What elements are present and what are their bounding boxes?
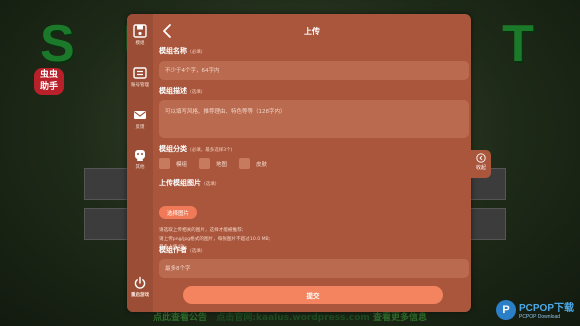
power-icon: [134, 276, 146, 289]
mod-author-input[interactable]: [159, 259, 469, 278]
checkbox[interactable]: [199, 158, 211, 169]
mod-author-label: 模组作者 (选填): [159, 246, 203, 254]
mod-image-label: 上传模组图片 (选填): [159, 179, 217, 187]
chongchong-badge: 虫虫 助手: [34, 68, 64, 95]
upload-panel: 模组 账号管理 反馈 其他 重启游戏 上传 模组名称 (必填) 不少于4个字，6…: [127, 14, 471, 312]
category-options: 模组 地图 皮肤: [159, 158, 267, 169]
sidebar: 模组 账号管理 反馈 其他 重启游戏: [127, 14, 153, 312]
sidebar-item-mods[interactable]: 模组: [127, 24, 153, 46]
pcpop-watermark: P PCPOP下载 PCPOP Download: [495, 299, 574, 320]
category-checkbox-mod[interactable]: 模组: [159, 158, 187, 169]
checkbox[interactable]: [239, 158, 251, 169]
checkbox[interactable]: [159, 158, 170, 169]
mod-category-label: 模组分类 (必填，最多选择3个): [159, 145, 233, 153]
pcpop-logo-icon: P: [495, 299, 516, 320]
category-checkbox-skin[interactable]: 皮肤: [239, 158, 267, 169]
choose-image-button[interactable]: 选择图片: [159, 206, 197, 219]
sidebar-item-restart[interactable]: 重启游戏: [127, 276, 153, 298]
face-icon: [135, 150, 145, 161]
mod-description-label: 模组描述 (选填): [159, 87, 203, 95]
chevron-left-circle-icon: [476, 153, 486, 163]
sidebar-item-account[interactable]: 账号管理: [127, 66, 153, 88]
save-icon: [133, 24, 147, 38]
card-icon: [133, 67, 147, 79]
submit-button[interactable]: 提交: [183, 286, 443, 304]
panel-header: 上传: [153, 14, 471, 48]
mod-description-input[interactable]: [159, 100, 469, 138]
category-checkbox-map[interactable]: 地图: [199, 158, 227, 169]
collapse-button[interactable]: 收起: [471, 150, 491, 178]
mail-icon: [134, 111, 146, 119]
page-title: 上传: [304, 27, 320, 36]
sidebar-item-feedback[interactable]: 反馈: [127, 108, 153, 130]
mod-name-label: 模组名称 (必填): [159, 47, 203, 55]
sidebar-item-other[interactable]: 其他: [127, 148, 153, 170]
upload-form: 上传 模组名称(必填) 模组描述(选填) 模组分类(必填，最多选择3个) 模组 …: [153, 14, 471, 312]
mod-name-input[interactable]: [159, 61, 469, 80]
